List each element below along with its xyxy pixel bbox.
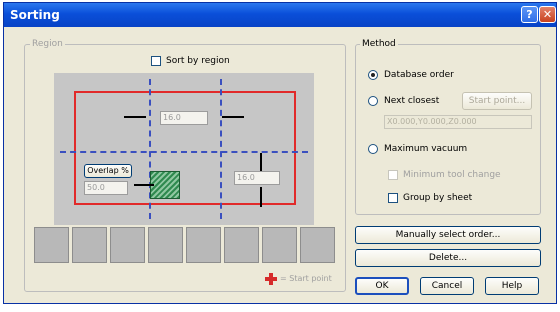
method-legend: Method <box>360 39 398 49</box>
group-by-sheet-label[interactable]: Group by sheet <box>403 193 472 203</box>
region-legend: Region <box>30 39 65 49</box>
overlap-field[interactable]: 50.0 <box>84 181 128 195</box>
gap-arrow-left <box>124 116 146 118</box>
delete-button[interactable]: Delete... <box>355 249 541 267</box>
title-bar[interactable]: Sorting ? ✕ <box>4 3 556 27</box>
next-closest-label[interactable]: Next closest <box>384 96 439 106</box>
region-preview: 16.0 16.0 Overlap % 50.0 <box>54 73 314 225</box>
region-tile-8[interactable] <box>300 227 335 263</box>
vertical-split-line-2 <box>220 79 222 219</box>
gap-arrow-down <box>260 187 262 207</box>
group-by-sheet-checkbox[interactable] <box>388 193 398 203</box>
start-point-cross-icon <box>265 273 277 285</box>
manual-order-button[interactable]: Manually select order... <box>355 226 541 244</box>
maximum-vacuum-radio[interactable] <box>368 144 378 154</box>
database-order-label[interactable]: Database order <box>384 70 454 80</box>
maximum-vacuum-label[interactable]: Maximum vacuum <box>384 144 467 154</box>
next-closest-radio[interactable] <box>368 96 378 106</box>
start-point-legend: = Start point <box>280 274 332 283</box>
cancel-button[interactable]: Cancel <box>420 277 474 295</box>
minimum-tool-change-checkbox[interactable] <box>388 170 398 180</box>
start-point-coordinates-field[interactable]: X0.000,Y0.000,Z0.000 <box>384 115 532 129</box>
horizontal-split-line <box>60 151 308 153</box>
vertical-gap-field[interactable]: 16.0 <box>234 171 280 185</box>
window-title: Sorting <box>10 8 60 22</box>
region-tile-1[interactable] <box>34 227 69 263</box>
region-tile-7[interactable] <box>262 227 297 263</box>
gap-arrow-right <box>222 116 244 118</box>
titlebar-help-button[interactable]: ? <box>521 6 538 23</box>
overlap-hatch-area <box>150 171 180 199</box>
database-order-radio[interactable] <box>368 70 378 80</box>
region-tile-2[interactable] <box>72 227 107 263</box>
region-tile-3[interactable] <box>110 227 145 263</box>
overlap-arrow <box>134 184 154 186</box>
ok-button[interactable]: OK <box>355 277 409 295</box>
horizontal-gap-field[interactable]: 16.0 <box>160 111 208 125</box>
sort-by-region-label[interactable]: Sort by region <box>166 56 230 66</box>
region-tile-5[interactable] <box>186 227 221 263</box>
close-button[interactable]: ✕ <box>539 6 556 23</box>
region-tile-6[interactable] <box>224 227 259 263</box>
help-button[interactable]: Help <box>485 277 539 295</box>
sorting-dialog: Sorting ? ✕ Region Sort by region 16.0 1… <box>3 2 557 304</box>
start-point-button[interactable]: Start point... <box>462 92 532 110</box>
sort-by-region-checkbox[interactable] <box>151 56 161 66</box>
region-tile-4[interactable] <box>148 227 183 263</box>
overlap-label: Overlap % <box>84 164 132 178</box>
minimum-tool-change-label[interactable]: Minimum tool change <box>403 170 501 180</box>
